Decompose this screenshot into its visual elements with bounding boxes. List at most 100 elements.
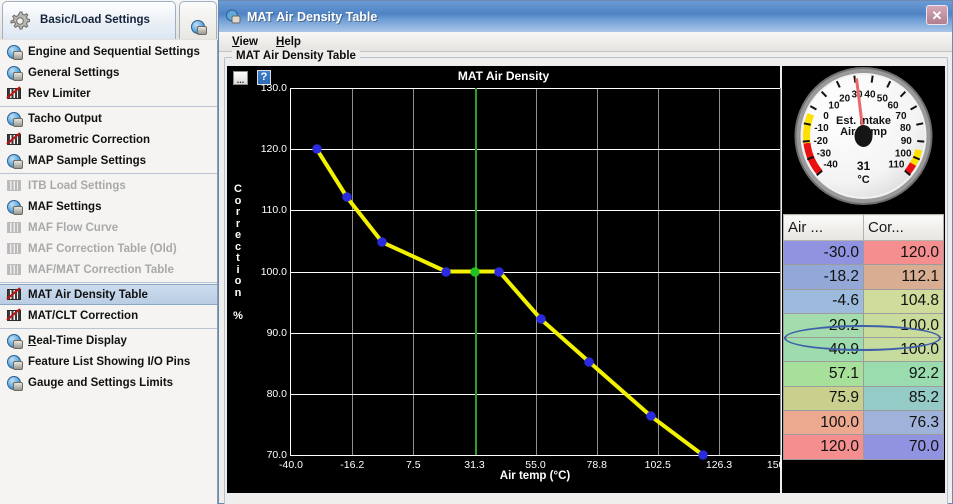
gauge-tick-label: 40: [864, 89, 876, 100]
cell-air[interactable]: 100.0: [783, 410, 864, 436]
sidebar-item-tacho-output[interactable]: Tacho Output: [0, 108, 217, 129]
y-axis-tick: 100.0: [260, 265, 287, 278]
cell-air[interactable]: 40.9: [783, 337, 864, 363]
window-icon: [225, 9, 242, 25]
globe-icon: [6, 333, 23, 349]
cell-air[interactable]: -30.0: [783, 239, 864, 266]
cell-correction[interactable]: 100.0: [863, 337, 944, 363]
cell-correction[interactable]: 85.2: [863, 385, 944, 412]
bars-icon: [6, 132, 22, 147]
tab-secondary[interactable]: [179, 1, 217, 39]
sidebar-item-maf-mat-correction-table: MAF/MAT Correction Table: [0, 259, 217, 280]
close-icon[interactable]: ✕: [926, 5, 948, 25]
table-row[interactable]: 75.9 85.2: [783, 385, 944, 412]
mat-air-density-window: MAT Air Density Table ✕ View Help MAT Ai…: [218, 0, 953, 504]
sidebar-item-label: ITB Load Settings: [28, 179, 126, 192]
cell-correction[interactable]: 112.1: [863, 264, 944, 290]
table-row[interactable]: -4.6 104.8: [783, 288, 944, 314]
nav-group: RReal-Time Displayeal-Time Display Featu…: [0, 329, 217, 395]
sidebar-item-rev-limiter[interactable]: Rev Limiter: [0, 83, 217, 104]
sidebar-item-mat-clt-correction[interactable]: MAT/CLT Correction: [0, 305, 217, 326]
sidebar: Basic/Load Settings Engine and Sequentia…: [0, 0, 218, 504]
table-row[interactable]: 100.0 76.3: [783, 410, 944, 436]
sidebar-item-feature-list-showing-io-pins[interactable]: Feature List Showing I/O Pins: [0, 351, 217, 372]
menu-view[interactable]: View: [225, 35, 265, 49]
sidebar-nav: Engine and Sequential Settings General S…: [0, 40, 217, 504]
gauge-tick-label: 0: [823, 111, 829, 122]
sidebar-item-general-settings[interactable]: General Settings: [0, 62, 217, 83]
cell-correction[interactable]: 104.8: [863, 288, 944, 314]
sidebar-item-label: MAT Air Density Table: [28, 288, 148, 301]
sidebar-item-real-time-display[interactable]: RReal-Time Displayeal-Time Display: [0, 330, 217, 351]
gauge-tick: [802, 140, 810, 143]
sidebar-tabstrip: Basic/Load Settings: [0, 0, 218, 40]
sidebar-item-gauge-and-settings-limits[interactable]: Gauge and Settings Limits: [0, 372, 217, 393]
cell-correction[interactable]: 70.0: [863, 434, 944, 460]
data-point[interactable]: [441, 267, 451, 276]
sidebar-item-barometric-correction[interactable]: Barometric Correction: [0, 129, 217, 150]
table-row[interactable]: 57.1 92.2: [783, 361, 944, 387]
gauge-hub: [854, 125, 873, 147]
data-point[interactable]: [536, 314, 546, 324]
sidebar-item-maf-settings[interactable]: MAF Settings: [0, 196, 217, 217]
table-body: -30.0 120.0 -18.2 112.1 -4.6 104.8 20.2 100.0 40…: [783, 239, 944, 460]
chart-plot-area[interactable]: -40.0 -16.2 7.5 31.3 55.0 78.8 102.5 126.3 150.0…: [261, 82, 793, 471]
column-header-correction[interactable]: Cor...: [863, 214, 944, 241]
table-row[interactable]: 120.0 70.0: [783, 434, 944, 460]
gauge-tick-label: 80: [900, 123, 912, 134]
gauge-value: 31: [857, 159, 871, 173]
nav-group: Engine and Sequential Settings General S…: [0, 40, 217, 107]
cell-air[interactable]: -18.2: [783, 264, 864, 290]
table-row[interactable]: -30.0 120.0: [783, 239, 944, 266]
data-point[interactable]: [698, 450, 708, 460]
bars-icon: [6, 220, 22, 235]
cell-correction[interactable]: 76.3: [863, 410, 944, 436]
tab-basic-load-settings[interactable]: Basic/Load Settings: [2, 1, 176, 39]
column-header-air[interactable]: Air ...: [783, 214, 864, 241]
sidebar-item-label: MAT/CLT Correction: [28, 309, 139, 322]
data-point[interactable]: [312, 144, 322, 154]
table-row[interactable]: -18.2 112.1: [783, 264, 944, 290]
data-point[interactable]: [584, 357, 594, 367]
sidebar-item-label: Rev Limiter: [28, 87, 91, 100]
table-row[interactable]: 40.9 100.0: [783, 337, 944, 363]
bars-icon: [6, 178, 22, 193]
gauge-tick: [916, 122, 924, 126]
gauge-unit: °C: [857, 174, 869, 186]
cell-air[interactable]: 20.2: [783, 312, 864, 339]
data-point[interactable]: [342, 192, 352, 202]
menu-help[interactable]: Help: [269, 35, 308, 49]
y-axis-tick: 120.0: [260, 143, 287, 156]
cursor-data-point[interactable]: [470, 267, 479, 276]
sidebar-item-label: RReal-Time Displayeal-Time Display: [28, 334, 127, 347]
mat-air-density-group: MAT Air Density Table ... ? ... MAT Air …: [224, 50, 948, 504]
sidebar-item-label: Gauge and Settings Limits: [28, 376, 174, 389]
sidebar-item-label: MAF Correction Table (Old): [28, 242, 177, 255]
gauge-tick-label: 70: [895, 111, 907, 122]
nav-group: MAT Air Density Table MAT/CLT Correction: [0, 283, 217, 329]
chart-y-axis-label: Co r r e c t i o n%: [233, 183, 243, 322]
gauge-svg: -40-30-20-100102030405060708090100110Est…: [794, 67, 933, 205]
cell-air[interactable]: 120.0: [783, 434, 864, 460]
sidebar-item-mat-air-density-table[interactable]: MAT Air Density Table: [0, 284, 217, 305]
cell-air[interactable]: 57.1: [783, 361, 864, 387]
mat-table[interactable]: Air ... Cor... -30.0 120.0 -18.2 112.1 -4.6 1…: [783, 214, 944, 460]
sidebar-item-label: MAF/MAT Correction Table: [28, 263, 174, 276]
cell-correction[interactable]: 100.0: [863, 312, 944, 339]
cell-correction[interactable]: 92.2: [863, 361, 944, 387]
sidebar-item-label: Barometric Correction: [28, 133, 151, 146]
data-point[interactable]: [646, 411, 656, 421]
table-row[interactable]: 20.2 100.0: [783, 312, 944, 339]
sidebar-item-engine-and-sequential-settings[interactable]: Engine and Sequential Settings: [0, 41, 217, 62]
data-point[interactable]: [377, 237, 387, 247]
tab-label: Basic/Load Settings: [40, 14, 150, 26]
cell-air[interactable]: 75.9: [783, 385, 864, 412]
sidebar-item-map-sample-settings[interactable]: MAP Sample Settings: [0, 150, 217, 171]
gauge-tick-label: 20: [839, 93, 851, 104]
group-title: MAT Air Density Table: [232, 50, 360, 62]
nav-group: Tacho Output Barometric Correction MAP S…: [0, 107, 217, 174]
data-point[interactable]: [494, 267, 504, 276]
cell-air[interactable]: -4.6: [783, 288, 864, 314]
window-titlebar[interactable]: MAT Air Density Table ✕: [219, 1, 952, 32]
cell-correction[interactable]: 120.0: [863, 239, 944, 266]
